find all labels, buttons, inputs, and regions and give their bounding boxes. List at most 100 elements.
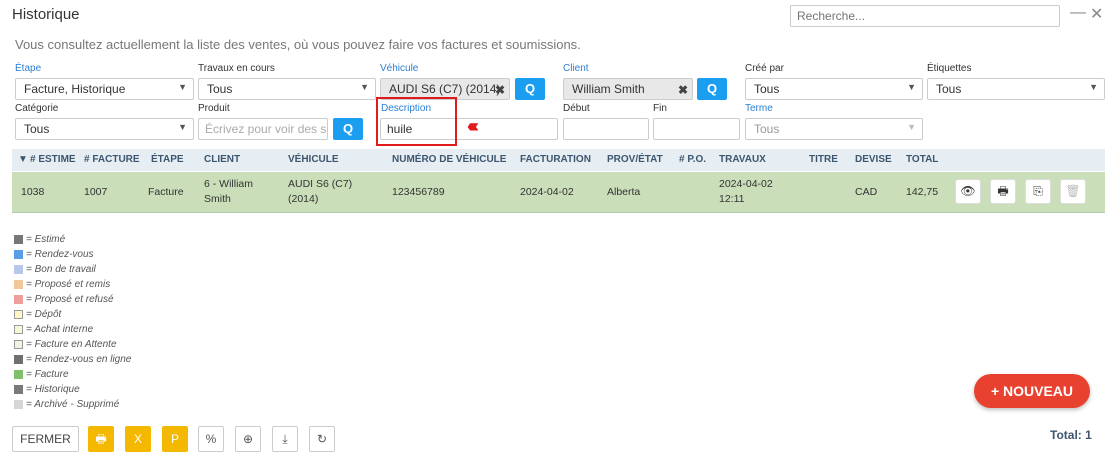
sort-icon[interactable]: ▼ [18,154,28,165]
legend-item: = Facture [14,367,131,382]
client-search-button[interactable]: Q [697,78,727,100]
categorie-select[interactable]: Tous ▼ [15,118,194,140]
col-vehicule[interactable]: VÉHICULE [288,154,339,165]
terme-label: Terme [745,103,773,114]
search-input[interactable] [790,5,1060,27]
download-icon[interactable]: ⤓ [272,426,298,452]
col-client[interactable]: CLIENT [204,154,240,165]
col-titre[interactable]: TITRE [809,154,838,165]
minimize-icon[interactable]: — [1070,4,1086,22]
legend-swatch [14,340,23,349]
etiquettes-label: Étiquettes [927,63,972,74]
legend-label: = Rendez-vous en ligne [26,354,132,365]
cell-numero-vehicule: 123456789 [392,186,445,198]
legend-swatch [14,295,23,304]
col-facture[interactable]: # FACTURE [84,154,140,165]
clear-icon[interactable]: ✖ [678,83,688,97]
col-facturation[interactable]: FACTURATION [520,154,591,165]
chevron-down-icon: ▼ [1089,82,1098,92]
chevron-down-icon: ▼ [360,82,369,92]
legend-item: = Proposé et refusé [14,292,131,307]
legend-label: = Bon de travail [26,264,96,275]
legend-label: = Facture [26,369,69,380]
legend-item: = Rendez-vous [14,247,131,262]
pdf-icon[interactable]: P [162,426,188,452]
legend-item: = Achat interne [14,322,131,337]
page-title: Historique [12,6,80,23]
chevron-down-icon: ▼ [907,82,916,92]
terme-select[interactable]: Tous ▼ [745,118,923,140]
close-button[interactable]: FERMER [12,426,79,452]
view-icon[interactable]: 👁 [955,179,981,204]
col-devise[interactable]: DEVISE [855,154,892,165]
legend-swatch [14,280,23,289]
col-prov-etat[interactable]: PROV/ÉTAT [607,154,663,165]
produit-input[interactable]: Écrivez pour voir des su [198,118,328,140]
copy-icon[interactable]: ⎘ [1025,179,1051,204]
etape-select[interactable]: Facture, Historique ▼ [15,78,194,100]
col-po[interactable]: # P.O. [679,154,706,165]
legend-item: = Facture en Attente [14,337,131,352]
client-select[interactable]: William Smith ✖ [563,78,693,100]
legend-label: = Achat interne [26,324,94,335]
cree-par-select[interactable]: Tous ▼ [745,78,923,100]
cell-client: 6 - William Smith [204,178,253,205]
terme-value: Tous [754,122,780,136]
new-button[interactable]: + NOUVEAU [974,374,1090,408]
legend: = Estimé = Rendez-vous = Bon de travail … [14,232,131,412]
client-label: Client [563,63,589,74]
col-travaux[interactable]: TRAVAUX [719,154,766,165]
legend-swatch [14,310,23,319]
total-count: Total: 1 [1050,428,1092,442]
categorie-label: Catégorie [15,103,59,114]
etiquettes-value: Tous [936,82,962,96]
cell-facture: 1007 [84,186,108,198]
produit-search-button[interactable]: Q [333,118,363,140]
legend-label: = Rendez-vous [26,249,94,260]
legend-item: = Archivé - Supprimé [14,397,131,412]
col-numero-vehicule[interactable]: NUMÉRO DE VÉHICULE [392,154,506,165]
trash-icon[interactable]: 🗑 [1060,179,1086,204]
legend-item: = Historique [14,382,131,397]
close-icon[interactable]: ✕ [1090,4,1103,24]
legend-swatch [14,400,23,409]
page-subtitle: Vous consultez actuellement la liste des… [15,37,581,52]
fin-label: Fin [653,103,667,114]
link-icon[interactable]: % [198,426,224,452]
legend-label: = Dépôt [26,309,62,320]
col-etape[interactable]: ÉTAPE [151,154,184,165]
cree-par-label: Créé par [745,63,784,74]
legend-label: = Estimé [26,234,66,245]
vehicule-search-button[interactable]: Q [515,78,545,100]
legend-swatch [14,265,23,274]
vehicule-value: AUDI S6 (C7) (2014) [389,82,501,96]
excel-icon[interactable]: X [125,426,151,452]
zoom-icon[interactable]: ⊕ [235,426,261,452]
travaux-select[interactable]: Tous ▼ [198,78,376,100]
description-highlight-box [376,97,457,146]
cell-devise: CAD [855,186,878,198]
chevron-down-icon: ▼ [907,122,916,132]
clear-icon[interactable]: ✖ [495,83,505,97]
refresh-icon[interactable]: ↻ [309,426,335,452]
legend-item: = Proposé et remis [14,277,131,292]
client-value: William Smith [572,82,645,96]
debut-input[interactable] [563,118,649,140]
legend-swatch [14,385,23,394]
cree-par-value: Tous [754,82,780,96]
print-icon[interactable]: 🖶 [88,426,114,452]
legend-label: = Facture en Attente [26,339,117,350]
etiquettes-select[interactable]: Tous ▼ [927,78,1105,100]
table-header: ▼ # ESTIMÉ # FACTURE ÉTAPE CLIENT VÉHICU… [12,149,1105,171]
annotation-arrows-icon: ‹‹‹‹ [467,116,479,136]
etape-value: Facture, Historique [24,82,126,96]
legend-swatch [14,235,23,244]
legend-swatch [14,325,23,334]
col-total[interactable]: TOTAL [906,154,938,165]
chevron-down-icon: ▼ [178,82,187,92]
cell-total: 142,75 [906,186,939,198]
fin-input[interactable] [653,118,740,140]
print-icon[interactable]: 🖶 [990,179,1016,204]
table-row[interactable]: 1038 1007 Facture 6 - William Smith AUDI… [12,172,1105,213]
col-estime[interactable]: # ESTIMÉ [30,154,82,165]
